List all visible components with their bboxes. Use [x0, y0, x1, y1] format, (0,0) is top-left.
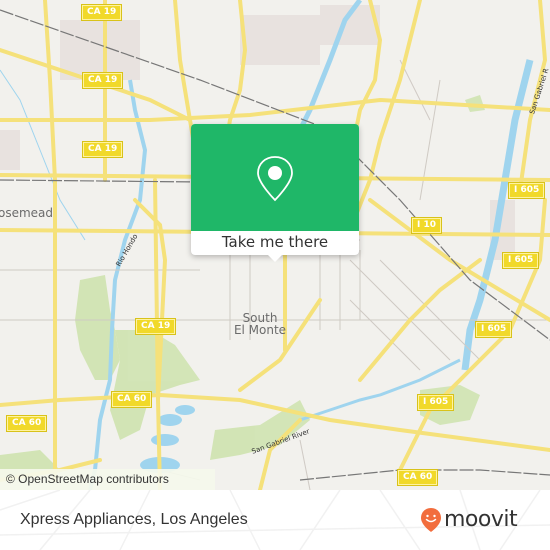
- road-shield-i605: I 605: [503, 253, 539, 268]
- road-shield-ca19: CA 19: [82, 5, 122, 20]
- popup-header: [191, 124, 359, 231]
- moovit-logo[interactable]: moovit: [420, 506, 518, 534]
- footer-bar: Xpress Appliances, Los Angeles moovit: [0, 490, 550, 550]
- road-shield-i605: I 605: [476, 322, 512, 337]
- road-shield-ca19: CA 19: [83, 142, 123, 157]
- road-shield-ca19: CA 19: [83, 73, 123, 88]
- location-popup: Take me there: [191, 124, 359, 262]
- road-shield-i605: I 605: [509, 183, 545, 198]
- road-shield-i10: I 10: [412, 218, 442, 233]
- moovit-smile-pin-icon: [421, 508, 441, 532]
- road-shield-ca19: CA 19: [136, 319, 176, 334]
- road-shield-ca60: CA 60: [7, 416, 47, 431]
- popup-pointer: [267, 254, 283, 262]
- place-label-line: El Monte: [233, 323, 287, 337]
- map-pin-icon: [257, 156, 293, 202]
- road-shield-ca60: CA 60: [398, 470, 438, 485]
- map-view[interactable]: CA 19 CA 19 CA 19 CA 19 CA 60 CA 60 CA 6…: [0, 0, 550, 490]
- park-areas: [0, 45, 485, 480]
- road-shield-ca60: CA 60: [112, 392, 152, 407]
- map-attribution[interactable]: © OpenStreetMap contributors: [0, 469, 215, 490]
- lakes: [140, 405, 195, 473]
- moovit-wordmark: moovit: [444, 507, 518, 532]
- place-label-south-el-monte: South El Monte: [232, 312, 288, 336]
- place-title: Xpress Appliances, Los Angeles: [20, 511, 248, 528]
- place-label-rosemead: osemead: [0, 206, 54, 220]
- road-shield-i605: I 605: [418, 395, 454, 410]
- take-me-there-button[interactable]: Take me there: [191, 231, 359, 255]
